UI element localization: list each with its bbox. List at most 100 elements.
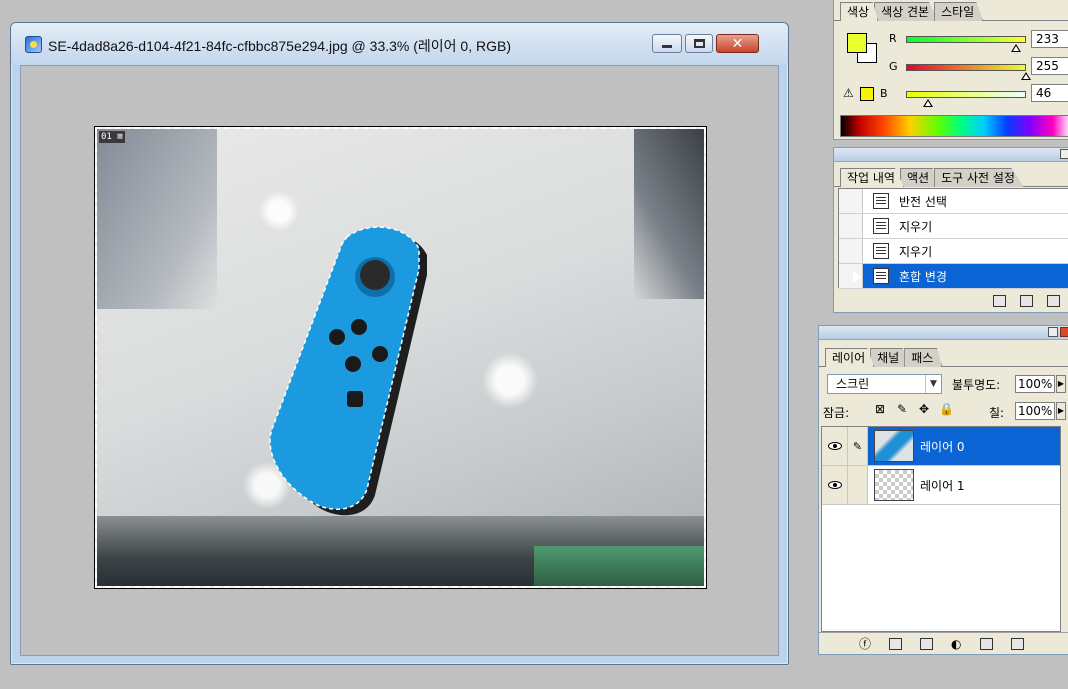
blue-slider-thumb[interactable] (922, 99, 933, 107)
tab-layers[interactable]: 레이어 (825, 348, 875, 367)
red-value-input[interactable]: 233 (1031, 30, 1068, 48)
tab-actions[interactable]: 액션 (899, 168, 939, 187)
layers-close-button[interactable] (1060, 327, 1068, 337)
history-footer (834, 290, 1068, 312)
layer-row-selected[interactable]: ✎ 레이어 0 (822, 427, 1060, 466)
history-snapshot-cell[interactable] (839, 239, 863, 263)
layers-panel: 레이어 채널 패스 스크린 ▼ 불투명도: 100% ▶ 잠금: ⊠ ✎ ✥ 🔒… (818, 325, 1068, 655)
lock-image-brush-icon[interactable]: ✎ (895, 402, 909, 416)
minimize-icon (662, 45, 672, 48)
blend-mode-value: 스크린 (836, 377, 870, 391)
document-title: SE-4dad8a26-d104-4f21-84fc-cfbbc875e294.… (48, 38, 512, 54)
red-slider[interactable] (906, 36, 1026, 43)
fill-input[interactable]: 100% (1015, 402, 1055, 420)
history-snapshot-cell[interactable] (839, 189, 863, 213)
eye-icon (827, 481, 842, 489)
add-layer-mask-icon[interactable] (889, 637, 903, 650)
color-spectrum-bar[interactable] (840, 115, 1068, 137)
red-slider-thumb[interactable] (1010, 44, 1021, 52)
history-state-icon (873, 193, 889, 209)
eye-icon (827, 442, 842, 450)
tab-channels[interactable]: 채널 (870, 348, 909, 367)
maximize-button[interactable] (685, 34, 713, 53)
blue-slider[interactable] (906, 91, 1026, 98)
lock-position-move-icon[interactable]: ✥ (917, 402, 931, 416)
tab-swatches[interactable]: 색상 견본 (874, 2, 939, 21)
joycon-image (269, 226, 427, 516)
layer-visibility-toggle[interactable] (822, 466, 848, 504)
history-state-icon (873, 243, 889, 259)
opacity-label: 불투명도: (952, 378, 1001, 392)
history-panel-controls (1060, 149, 1068, 159)
layers-panel-header[interactable] (819, 326, 1068, 340)
lock-all-padlock-icon[interactable]: 🔒 (939, 402, 954, 416)
brush-icon: ✎ (852, 439, 863, 453)
foreground-color-swatch[interactable] (847, 33, 867, 53)
history-item-label: 혼합 변경 (899, 269, 947, 284)
new-document-from-state-icon[interactable] (993, 295, 1006, 307)
layers-footer: ⓕ ◐ (819, 632, 1068, 654)
blue-value-input[interactable]: 46 (1031, 84, 1068, 102)
layer-row[interactable]: 레이어 1 (822, 466, 1060, 505)
layer-link-brush-cell[interactable]: ✎ (848, 427, 868, 465)
slider-label-r: R (889, 32, 897, 45)
minimize-button[interactable] (652, 34, 682, 53)
layer-badge: 01 ⊠ (99, 131, 125, 143)
new-layer-icon[interactable] (979, 637, 993, 650)
image-canvas[interactable]: 01 ⊠ (94, 126, 707, 589)
history-state-icon (873, 268, 889, 284)
tab-paths[interactable]: 패스 (904, 348, 943, 367)
history-collapse-button[interactable] (1060, 149, 1068, 159)
layer-link-brush-cell[interactable] (848, 466, 868, 504)
history-item-label: 반전 선택 (899, 194, 947, 209)
new-snapshot-camera-icon[interactable] (1020, 295, 1033, 307)
history-list: 반전 선택 지우기 지우기 혼합 변경 (838, 188, 1068, 289)
history-item[interactable]: 지우기 (839, 214, 1068, 239)
green-value-input[interactable]: 255 (1031, 57, 1068, 75)
green-slider[interactable] (906, 64, 1026, 71)
gamut-warning-icon[interactable]: ⚠ (843, 87, 857, 100)
history-item-label: 지우기 (899, 244, 933, 259)
layer-list: ✎ 레이어 0 레이어 1 (821, 426, 1061, 632)
document-window: SE-4dad8a26-d104-4f21-84fc-cfbbc875e294.… (10, 22, 789, 665)
lock-transparency-icon[interactable]: ⊠ (873, 402, 887, 416)
canvas-area[interactable]: 01 ⊠ (20, 65, 779, 656)
delete-layer-trash-icon[interactable] (1010, 637, 1024, 650)
blend-mode-select[interactable]: 스크린 ▼ (827, 374, 942, 394)
layer-thumbnail[interactable] (874, 430, 914, 462)
history-state-marker-icon[interactable] (853, 271, 862, 283)
color-panel: 색상 색상 견본 스타일 R 233 G 255 ⚠ B 46 (833, 0, 1068, 140)
chevron-down-icon[interactable]: ▼ (925, 375, 941, 393)
opacity-input[interactable]: 100% (1015, 375, 1055, 393)
history-panel-header[interactable] (834, 148, 1068, 162)
new-group-folder-icon[interactable] (920, 637, 934, 650)
tab-history[interactable]: 작업 내역 (840, 168, 904, 187)
layers-collapse-button[interactable] (1048, 327, 1058, 337)
history-item-label: 지우기 (899, 219, 933, 234)
history-snapshot-cell[interactable] (839, 214, 863, 238)
tab-tool-presets[interactable]: 도구 사전 설정 (934, 168, 1024, 187)
layer-name[interactable]: 레이어 0 (920, 438, 965, 455)
close-button[interactable]: ✕ (716, 34, 759, 53)
green-slider-thumb[interactable] (1021, 72, 1031, 80)
history-item-selected[interactable]: 혼합 변경 (839, 264, 1068, 289)
adjustment-layer-icon[interactable]: ◐ (951, 637, 961, 651)
layer-thumbnail[interactable] (874, 469, 914, 501)
document-titlebar[interactable]: SE-4dad8a26-d104-4f21-84fc-cfbbc875e294.… (11, 23, 788, 65)
layer-style-fx-icon[interactable]: ⓕ (859, 635, 871, 652)
fill-arrow-icon[interactable]: ▶ (1056, 402, 1066, 420)
slider-label-g: G (889, 60, 898, 73)
tab-color[interactable]: 색상 (840, 2, 879, 21)
history-item[interactable]: 지우기 (839, 239, 1068, 264)
layer-name[interactable]: 레이어 1 (920, 477, 965, 494)
history-panel-tabs: 작업 내역 액션 도구 사전 설정 (840, 168, 1024, 187)
delete-state-trash-icon[interactable] (1047, 295, 1060, 307)
gamut-correction-swatch[interactable] (860, 87, 874, 101)
layer-visibility-toggle[interactable] (822, 427, 848, 465)
tab-styles[interactable]: 스타일 (934, 2, 984, 21)
opacity-arrow-icon[interactable]: ▶ (1056, 375, 1066, 393)
slider-label-b: B (880, 87, 888, 100)
history-item[interactable]: 반전 선택 (839, 189, 1068, 214)
photoshop-document-icon (25, 36, 42, 53)
layers-panel-tabs: 레이어 채널 패스 (825, 348, 943, 367)
